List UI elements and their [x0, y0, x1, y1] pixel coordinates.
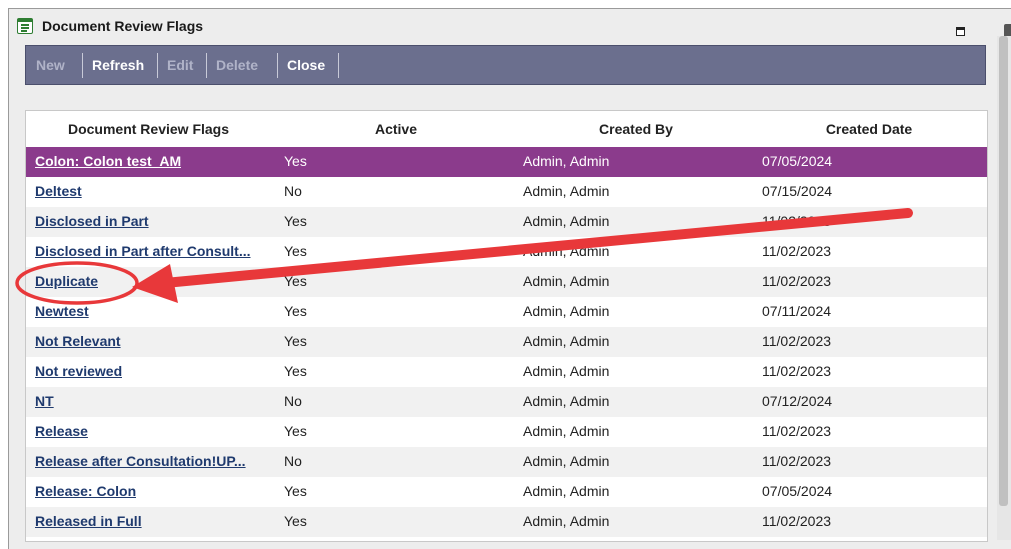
active-cell: Yes: [284, 153, 307, 169]
flag-name-link[interactable]: Colon: Colon test_AM: [35, 153, 181, 169]
active-cell: Yes: [284, 423, 307, 439]
created-date-cell: 11/02/2023: [762, 513, 832, 529]
created-by-cell: Admin, Admin: [523, 453, 610, 469]
column-header-name[interactable]: Document Review Flags: [26, 121, 271, 137]
created-date-cell: 11/02/2023: [762, 363, 832, 379]
toolbar-divider: [338, 53, 339, 78]
refresh-button[interactable]: Refresh: [84, 46, 152, 84]
created-date-cell: 07/05/2024: [762, 483, 833, 499]
created-by-cell: Admin, Admin: [523, 483, 610, 499]
flags-table: Document Review Flags Active Created By …: [25, 110, 988, 542]
created-date-cell: 07/12/2024: [762, 393, 833, 409]
column-header-active[interactable]: Active: [271, 121, 521, 137]
active-cell: Yes: [284, 483, 307, 499]
flag-name-link[interactable]: Disclosed in Part: [35, 213, 149, 229]
toolbar-divider: [206, 53, 207, 78]
created-date-cell: 07/15/2024: [762, 183, 833, 199]
created-by-cell: Admin, Admin: [523, 183, 610, 199]
column-header-created-by[interactable]: Created By: [521, 121, 751, 137]
title-bar: Document Review Flags: [9, 9, 1011, 45]
created-date-cell: 11/02/2023: [762, 243, 832, 259]
column-header-created-date[interactable]: Created Date: [751, 121, 987, 137]
table-row[interactable]: Not Relevant Yes Admin, Admin 11/02/2023: [26, 327, 987, 357]
toolbar-divider: [157, 53, 158, 78]
table-row[interactable]: Duplicate Yes Admin, Admin 11/02/2023: [26, 267, 987, 297]
table-row[interactable]: Release Yes Admin, Admin 11/02/2023: [26, 417, 987, 447]
table-row[interactable]: Colon: Colon test_AM Yes Admin, Admin 07…: [26, 147, 987, 177]
active-cell: Yes: [284, 363, 307, 379]
scrollbar-thumb[interactable]: [999, 36, 1008, 506]
new-button[interactable]: New: [28, 46, 73, 84]
created-by-cell: Admin, Admin: [523, 393, 610, 409]
created-date-cell: 11/02/2023: [762, 423, 832, 439]
table-row[interactable]: Disclosed in Part after Consult... Yes A…: [26, 237, 987, 267]
active-cell: Yes: [284, 513, 307, 529]
edit-button[interactable]: Edit: [159, 46, 201, 84]
table-row[interactable]: NT No Admin, Admin 07/12/2024: [26, 387, 987, 417]
window-title: Document Review Flags: [42, 18, 204, 34]
flag-name-link[interactable]: Release after Consultation!UP...: [35, 453, 246, 469]
active-cell: No: [284, 183, 302, 199]
active-cell: Yes: [284, 303, 307, 319]
table-row[interactable]: Release after Consultation!UP... No Admi…: [26, 447, 987, 477]
created-date-cell: 11/02/2023: [762, 273, 832, 289]
flag-name-link[interactable]: Deltest: [35, 183, 82, 199]
active-cell: Yes: [284, 273, 307, 289]
table-row[interactable]: Newtest Yes Admin, Admin 07/11/2024: [26, 297, 987, 327]
created-date-cell: 11/02/2023: [762, 333, 832, 349]
created-date-cell: 07/05/2024: [762, 153, 833, 169]
flag-name-link[interactable]: Released in Full: [35, 513, 142, 529]
active-cell: No: [284, 453, 302, 469]
created-by-cell: Admin, Admin: [523, 333, 610, 349]
vertical-scrollbar[interactable]: [997, 36, 1011, 540]
flag-name-link[interactable]: Not reviewed: [35, 363, 122, 379]
table-header: Document Review Flags Active Created By …: [26, 111, 987, 147]
toolbar-divider: [82, 53, 83, 78]
active-cell: No: [284, 393, 302, 409]
created-by-cell: Admin, Admin: [523, 153, 610, 169]
flag-name-link[interactable]: Release: Colon: [35, 483, 136, 499]
created-by-cell: Admin, Admin: [523, 513, 610, 529]
created-date-cell: 11/02/2023: [762, 213, 832, 229]
flag-name-link[interactable]: Newtest: [35, 303, 89, 319]
close-button[interactable]: Close: [279, 46, 333, 84]
flag-name-link[interactable]: NT: [35, 393, 54, 409]
toolbar-divider: [277, 53, 278, 78]
flag-name-link[interactable]: Not Relevant: [35, 333, 121, 349]
created-by-cell: Admin, Admin: [523, 243, 610, 259]
flag-name-link[interactable]: Duplicate: [35, 273, 98, 289]
created-by-cell: Admin, Admin: [523, 363, 610, 379]
maximize-icon[interactable]: [956, 27, 965, 36]
created-by-cell: Admin, Admin: [523, 273, 610, 289]
table-row[interactable]: Deltest No Admin, Admin 07/15/2024: [26, 177, 987, 207]
table-row[interactable]: Release: Colon Yes Admin, Admin 07/05/20…: [26, 477, 987, 507]
table-row[interactable]: Disclosed in Part Yes Admin, Admin 11/02…: [26, 207, 987, 237]
active-cell: Yes: [284, 213, 307, 229]
active-cell: Yes: [284, 333, 307, 349]
created-by-cell: Admin, Admin: [523, 423, 610, 439]
flag-name-link[interactable]: Disclosed in Part after Consult...: [35, 243, 251, 259]
created-by-cell: Admin, Admin: [523, 303, 610, 319]
document-list-icon: [17, 18, 33, 34]
active-cell: Yes: [284, 243, 307, 259]
table-row[interactable]: Released in Full Yes Admin, Admin 11/02/…: [26, 507, 987, 537]
toolbar: New Refresh Edit Delete Close: [25, 45, 986, 85]
table-row[interactable]: Not reviewed Yes Admin, Admin 11/02/2023: [26, 357, 987, 387]
flag-name-link[interactable]: Release: [35, 423, 88, 439]
delete-button[interactable]: Delete: [208, 46, 266, 84]
created-date-cell: 11/02/2023: [762, 453, 832, 469]
created-date-cell: 07/11/2024: [762, 303, 832, 319]
created-by-cell: Admin, Admin: [523, 213, 610, 229]
